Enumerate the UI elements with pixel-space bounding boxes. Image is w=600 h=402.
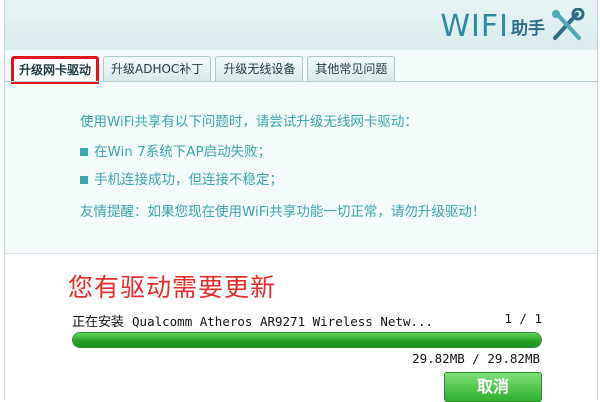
list-item: 在Win 7系统下AP启动失败； [80, 142, 580, 162]
list-item-text: 手机连接成功，但连接不稳定； [94, 172, 283, 188]
tab-bar: 升级网卡驱动 升级ADHOC补丁 升级无线设备 其他常见问题 [11, 56, 396, 84]
install-count: 1 / 1 [504, 311, 542, 326]
tab-underline [5, 81, 597, 82]
tab-upgrade-adhoc-patch[interactable]: 升级ADHOC补丁 [103, 56, 212, 81]
app-logo: WIFI 助手 [440, 6, 585, 46]
driver-name: Qualcomm Atheros AR9271 Wireless Netw... [132, 314, 434, 329]
header-bar: WIFI 助手 [5, 0, 597, 50]
info-section: 使用WiFi共享有以下问题时，请尝试升级无线网卡驱动： 在Win 7系统下AP启… [80, 112, 580, 222]
tab-upgrade-wireless-device[interactable]: 升级无线设备 [215, 56, 304, 81]
cancel-button[interactable]: 取消 [444, 372, 542, 402]
logo-wifi-text: WIFI [440, 8, 509, 44]
download-size-text: 29.82MB / 29.82MB [412, 351, 540, 366]
install-left: 正在安装 Qualcomm Atheros AR9271 Wireless Net… [72, 311, 433, 330]
list-item-text: 在Win 7系统下AP启动失败； [94, 144, 272, 160]
bullet-icon [80, 176, 88, 184]
tools-icon [552, 8, 585, 40]
logo-zh-text: 助手 [511, 18, 545, 39]
info-tip: 友情提醒：如果您现在使用WiFi共享功能一切正常，请勿升级驱动！ [80, 204, 486, 220]
tab-other-faq[interactable]: 其他常见问题 [307, 56, 396, 81]
install-progress-bar [72, 332, 542, 348]
info-intro: 使用WiFi共享有以下问题时，请尝试升级无线网卡驱动： [80, 114, 418, 130]
progress-fill [73, 333, 541, 347]
bullet-icon [80, 148, 88, 156]
install-status-line: 正在安装 Qualcomm Atheros AR9271 Wireless Net… [72, 311, 542, 330]
list-item: 手机连接成功，但连接不稳定； [80, 170, 580, 190]
installing-label: 正在安装 [72, 315, 125, 330]
update-title: 您有驱动需要更新 [68, 273, 277, 302]
tab-upgrade-nic-driver[interactable]: 升级网卡驱动 [11, 56, 100, 84]
